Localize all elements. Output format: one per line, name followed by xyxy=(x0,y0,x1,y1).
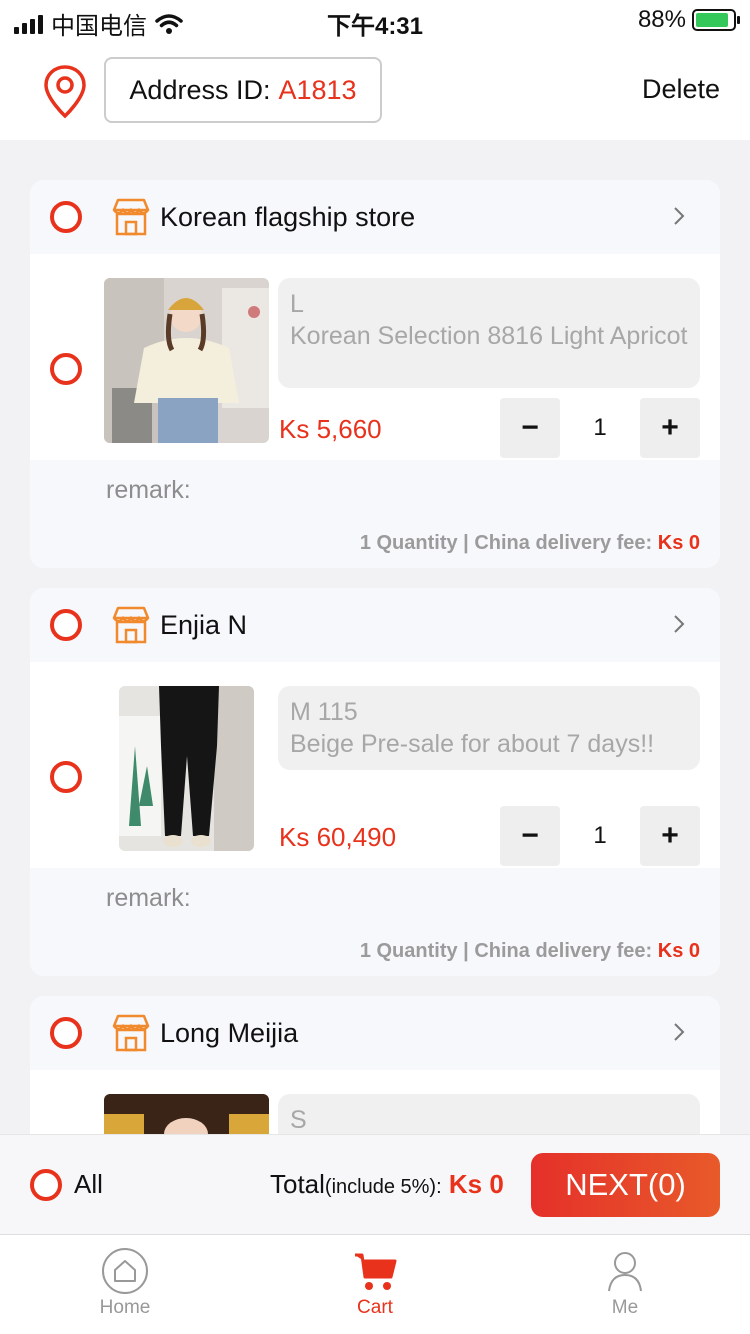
tab-home[interactable]: Home xyxy=(65,1247,185,1319)
select-all-label[interactable]: All xyxy=(74,1169,103,1200)
status-right: 88% xyxy=(637,6,740,34)
item-select-radio[interactable] xyxy=(50,761,82,793)
product-spec[interactable]: M 115 Beige Pre-sale for about 7 days!! xyxy=(278,686,700,770)
cart-icon xyxy=(355,1253,397,1290)
remark-row[interactable]: remark: xyxy=(30,460,720,516)
home-icon xyxy=(102,1248,148,1294)
address-id-value: A1813 xyxy=(278,74,357,105)
tab-home-label: Home xyxy=(99,1297,151,1318)
store-card: Korean flagship store L Korean Selection… xyxy=(30,180,720,568)
shop-icon xyxy=(112,1014,150,1052)
shop-icon xyxy=(112,198,150,236)
increment-button[interactable]: + xyxy=(640,806,700,866)
store-name: Long Meijia xyxy=(160,1018,299,1048)
product-size: M 115 xyxy=(290,698,358,726)
chevron-right-icon[interactable] xyxy=(672,1020,686,1044)
summary-quantity: 1 Quantity xyxy=(359,940,458,962)
product-description: Korean Selection 8816 Light Apricot xyxy=(290,322,688,350)
delivery-fee-label: China delivery fee: xyxy=(474,532,653,554)
select-all-radio[interactable] xyxy=(30,1169,62,1201)
person-icon xyxy=(608,1252,642,1292)
product-image[interactable] xyxy=(119,686,254,851)
battery-percent: 88% xyxy=(637,6,686,33)
remark-label: remark: xyxy=(106,476,191,504)
quantity-value[interactable]: 1 xyxy=(560,398,640,458)
product-image[interactable] xyxy=(104,278,269,443)
quantity-stepper: − 1 + xyxy=(500,398,700,458)
tab-bar: Home Cart Me xyxy=(0,1234,750,1334)
quantity-value[interactable]: 1 xyxy=(560,806,640,866)
store-header[interactable]: Enjia N xyxy=(30,588,720,662)
product-description: Beige Pre-sale for about 7 days!! xyxy=(290,730,655,758)
total-summary: Total(include 5%): Ks 0 xyxy=(270,1169,504,1200)
store-summary: 1 Quantity | China delivery fee: Ks 0 xyxy=(30,924,720,976)
next-button[interactable]: NEXT(0) xyxy=(531,1153,720,1217)
tab-cart-label: Cart xyxy=(357,1297,393,1318)
delivery-fee-label: China delivery fee: xyxy=(474,940,653,962)
delivery-fee-value: Ks 0 xyxy=(657,940,700,962)
checkout-bar: All Total(include 5%): Ks 0 NEXT(0) xyxy=(0,1134,750,1234)
summary-separator: | xyxy=(463,532,469,554)
product-image[interactable] xyxy=(104,1094,269,1134)
decrement-button[interactable]: − xyxy=(500,806,560,866)
quantity-stepper: − 1 + xyxy=(500,806,700,866)
store-name: Korean flagship store xyxy=(160,202,416,232)
store-select-radio[interactable] xyxy=(50,1017,82,1049)
store-select-radio[interactable] xyxy=(50,609,82,641)
store-card: Long Meijia S xyxy=(30,996,720,1134)
remark-label: remark: xyxy=(106,884,191,912)
store-name: Enjia N xyxy=(160,610,248,640)
total-label: Total xyxy=(270,1169,325,1199)
summary-quantity: 1 Quantity xyxy=(359,532,458,554)
product-price: Ks 60,490 xyxy=(279,822,397,852)
store-header[interactable]: Long Meijia xyxy=(30,996,720,1070)
summary-separator: | xyxy=(463,940,469,962)
tab-me[interactable]: Me xyxy=(565,1247,685,1319)
address-id-box[interactable]: Address ID: A1813 xyxy=(104,57,382,123)
chevron-right-icon[interactable] xyxy=(672,612,686,636)
address-id-label: Address ID: xyxy=(129,74,271,105)
total-note: (include 5%): xyxy=(324,1176,442,1198)
remark-row[interactable]: remark: xyxy=(30,868,720,924)
chevron-right-icon[interactable] xyxy=(672,204,686,228)
product-size: L xyxy=(290,290,304,318)
shop-icon xyxy=(112,606,150,644)
store-header[interactable]: Korean flagship store xyxy=(30,180,720,254)
decrement-button[interactable]: − xyxy=(500,398,560,458)
product-spec[interactable]: L Korean Selection 8816 Light Apricot xyxy=(278,278,700,388)
total-value: Ks 0 xyxy=(448,1169,504,1199)
store-summary: 1 Quantity | China delivery fee: Ks 0 xyxy=(30,516,720,568)
tab-me-label: Me xyxy=(611,1297,639,1318)
delete-button[interactable]: Delete xyxy=(642,74,720,105)
item-select-radio[interactable] xyxy=(50,353,82,385)
delivery-fee-value: Ks 0 xyxy=(657,532,700,554)
store-card: Enjia N M 115 Beige Pre-sale for about 7… xyxy=(30,588,720,976)
product-price: Ks 5,660 xyxy=(279,414,382,444)
tab-cart[interactable]: Cart xyxy=(315,1247,435,1319)
status-bar: 中国电信 下午4:31 88% xyxy=(0,0,750,40)
cart-header: Address ID: A1813 Delete xyxy=(0,40,750,140)
battery-icon xyxy=(692,9,740,31)
increment-button[interactable]: + xyxy=(640,398,700,458)
location-pin-icon[interactable] xyxy=(42,64,88,120)
store-select-radio[interactable] xyxy=(50,201,82,233)
product-spec[interactable]: S xyxy=(278,1094,700,1134)
product-size: S xyxy=(290,1106,307,1134)
